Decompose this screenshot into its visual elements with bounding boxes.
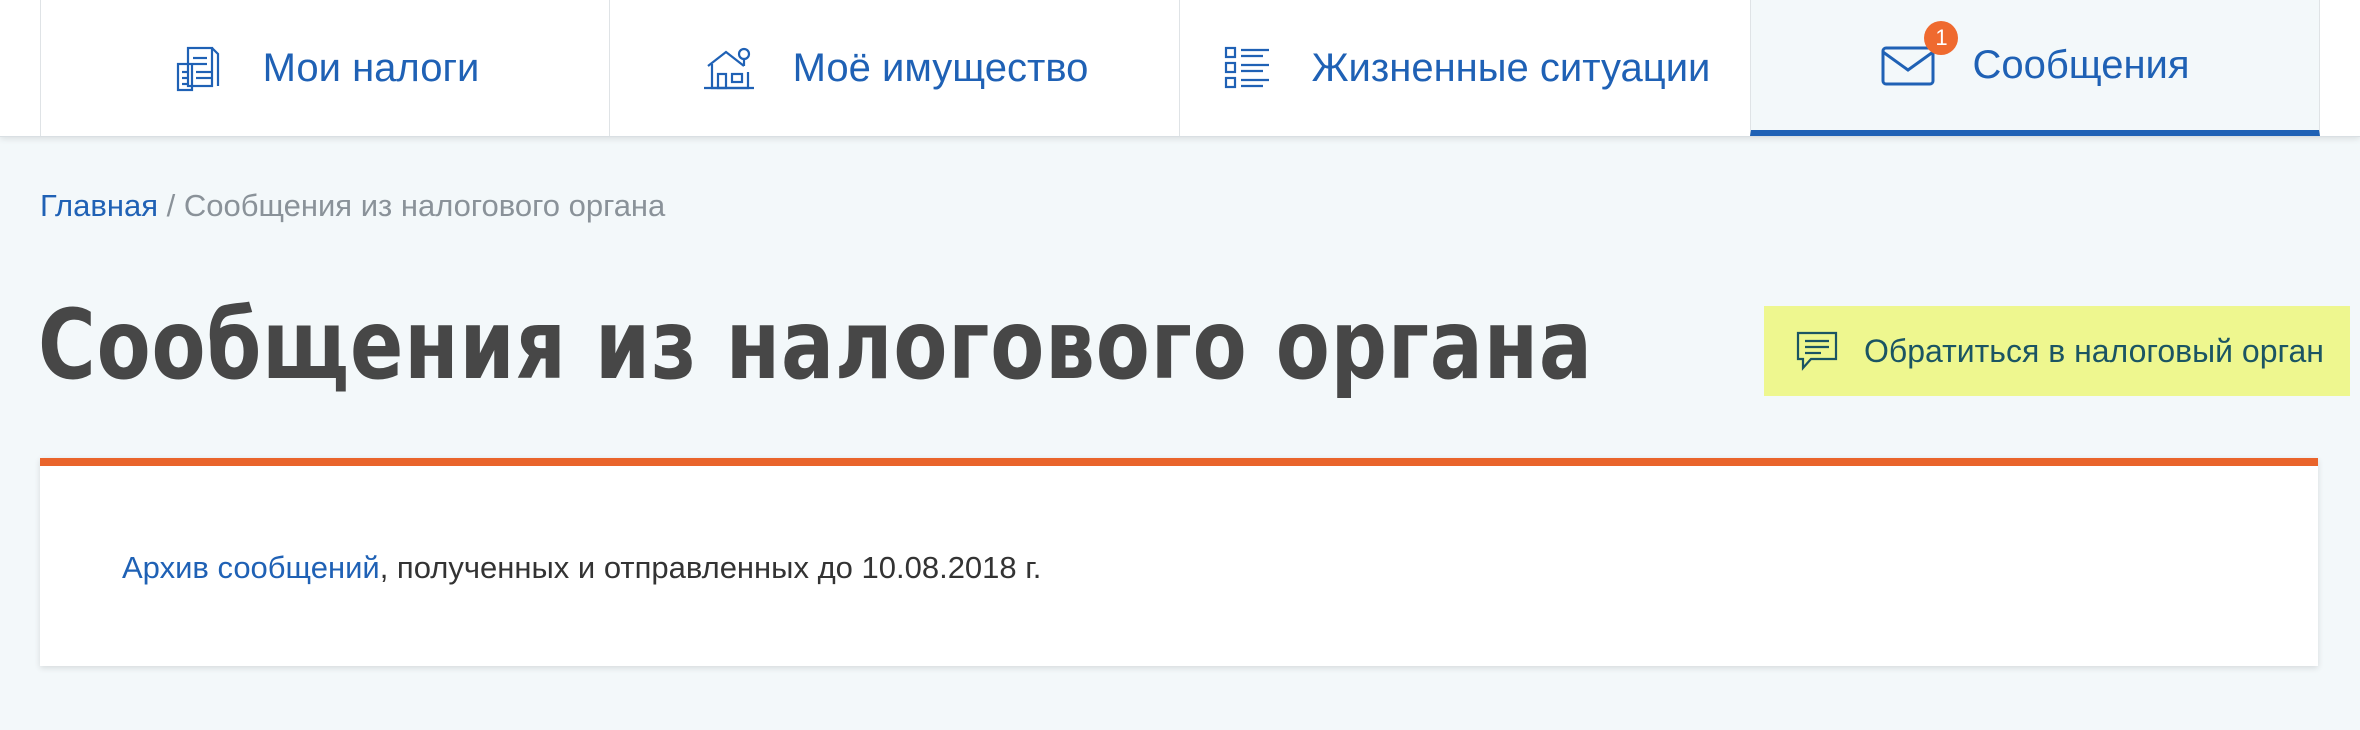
breadcrumb-home-link[interactable]: Главная: [40, 188, 158, 223]
page-title: Сообщения из налогового органа: [38, 289, 1593, 401]
breadcrumb: Главная / Сообщения из налогового органа: [40, 188, 665, 224]
tab-messages[interactable]: 1 Сообщения: [1750, 0, 2320, 136]
envelope-icon: 1: [1880, 21, 1959, 93]
archive-messages-link[interactable]: Архив сообщений: [122, 550, 380, 585]
contact-tax-authority-label: Обратиться в налоговый орган: [1864, 332, 2324, 369]
tax-document-icon: [171, 40, 227, 96]
tab-messages-label: Сообщения: [1972, 42, 2190, 87]
tab-life-situations[interactable]: Жизненные ситуации: [1179, 0, 1750, 136]
tab-my-property[interactable]: Моё имущество: [609, 0, 1179, 136]
tab-my-property-label: Моё имущество: [792, 45, 1089, 90]
house-icon: [701, 40, 757, 96]
breadcrumb-separator: /: [158, 188, 184, 223]
archive-card: Архив сообщений, полученных и отправленн…: [40, 458, 2318, 666]
archive-description: , полученных и отправленных до 10.08.201…: [379, 550, 1042, 585]
unread-count-badge: 1: [1924, 21, 1959, 55]
top-navigation: Мои налоги Моё имущество Жизненные ситуа…: [0, 0, 2360, 137]
tab-life-situations-label: Жизненные ситуации: [1311, 45, 1711, 90]
tab-my-taxes-label: Мои налоги: [262, 45, 480, 90]
archive-line: Архив сообщений, полученных и отправленн…: [122, 550, 1041, 586]
checklist-icon: [1220, 40, 1276, 96]
chat-bubble-icon: [1794, 328, 1840, 374]
breadcrumb-current: Сообщения из налогового органа: [183, 188, 666, 223]
contact-tax-authority-button[interactable]: Обратиться в налоговый орган: [1764, 306, 2350, 396]
tab-my-taxes[interactable]: Мои налоги: [40, 0, 609, 136]
